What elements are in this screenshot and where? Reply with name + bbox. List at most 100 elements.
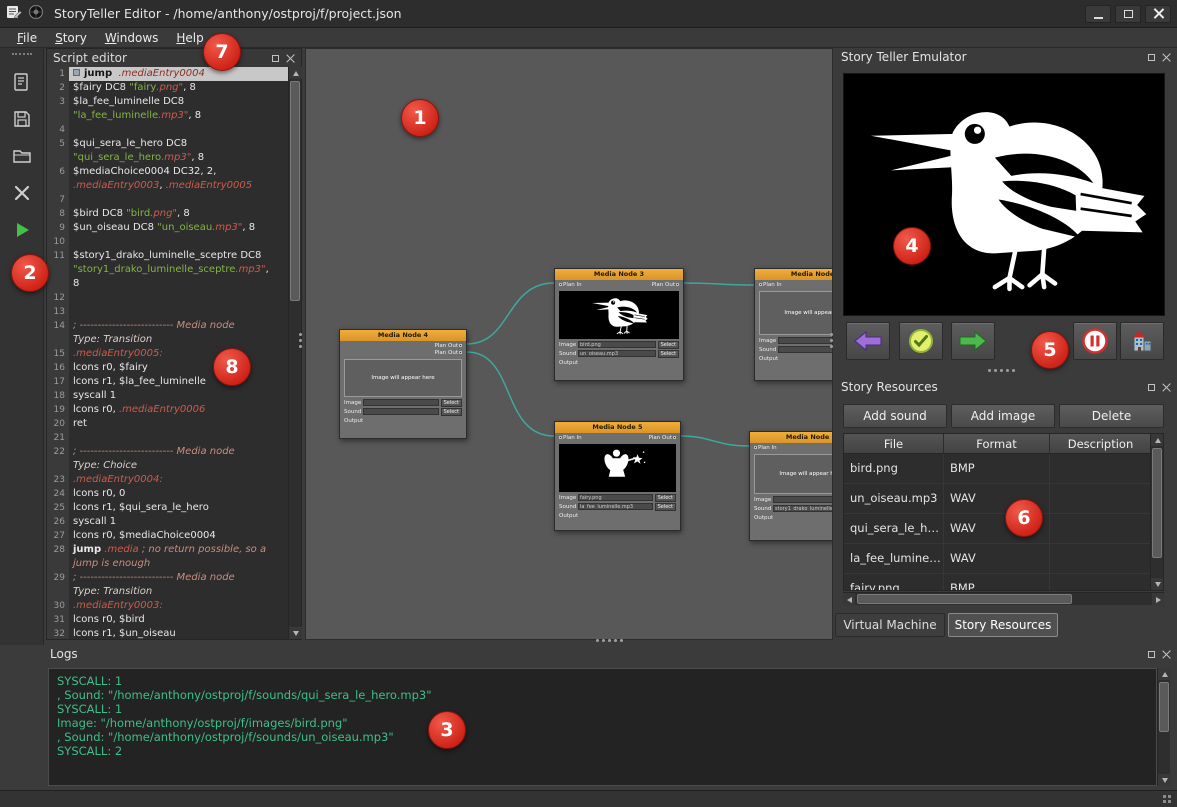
code-row[interactable]: 14; -------------------------- Media nod…: [47, 319, 288, 333]
logs-scrollbar[interactable]: [1157, 668, 1170, 786]
image-field[interactable]: [773, 496, 833, 503]
dock-close-icon[interactable]: [1162, 383, 1171, 392]
dock-float-icon[interactable]: [272, 55, 279, 62]
code-row[interactable]: 30.mediaEntry0003:: [47, 599, 288, 613]
node-title[interactable]: Media Node 3: [555, 269, 683, 280]
resize-grip[interactable]: [1168, 800, 1171, 803]
menu-story[interactable]: Story: [46, 29, 96, 47]
validate-button[interactable]: [899, 322, 943, 360]
port-dot-icon[interactable]: [673, 436, 676, 439]
sound-field[interactable]: la_fee_luminelle.mp3: [578, 503, 653, 510]
logs-lines[interactable]: SYSCALL: 1, Sound: "/home/anthony/ostpro…: [48, 668, 1157, 786]
code-row[interactable]: 5$qui_sera_le_hero DC8: [47, 137, 288, 151]
code-row[interactable]: 20ret: [47, 417, 288, 431]
port-plan-out[interactable]: Plan Out: [652, 282, 680, 289]
column-header-description[interactable]: Description: [1050, 434, 1152, 454]
port-dot-icon[interactable]: [459, 344, 462, 347]
script-scroll-handle[interactable]: [290, 81, 300, 301]
open-project-button[interactable]: [8, 142, 36, 170]
port-plan-in[interactable]: Plan In: [753, 445, 777, 452]
code-row[interactable]: 31lcons r0, $bird: [47, 613, 288, 627]
code-row[interactable]: 24lcons r0, 0: [47, 487, 288, 501]
code-row[interactable]: 32lcons r1, $un_oiseau: [47, 627, 288, 639]
table-row[interactable]: qui_sera_le_hero.mp3 WAV: [844, 514, 1163, 544]
port-dot-icon[interactable]: [754, 446, 757, 449]
code-row[interactable]: Type: Choice: [47, 459, 288, 473]
maximize-button[interactable]: [1115, 5, 1141, 23]
media-node-5[interactable]: Media Node 5 Plan In Plan Out Imagefairy…: [554, 421, 681, 531]
port-dot-icon[interactable]: [759, 283, 762, 286]
code-row[interactable]: 15.mediaEntry0005:: [47, 347, 288, 361]
node-title[interactable]: Media Node 5: [555, 422, 680, 433]
code-row[interactable]: 3$la_fee_luminelle DC8: [47, 95, 288, 109]
script-rows[interactable]: 1jump .mediaEntry00042$fairy DC8 "fairy.…: [47, 67, 288, 639]
scroll-down-icon[interactable]: [289, 627, 302, 639]
scroll-up-icon[interactable]: [1158, 668, 1171, 680]
table-scroll-handle[interactable]: [1152, 448, 1162, 558]
splitter-handle[interactable]: [596, 639, 599, 642]
save-button[interactable]: [8, 105, 36, 133]
node-graph-canvas[interactable]: Media Node 4 Plan Out Plan Out Image wil…: [305, 48, 833, 640]
code-row[interactable]: 21: [47, 431, 288, 445]
media-node-2[interactable]: Media Node 2 Plan In Image will appear h…: [754, 268, 833, 381]
dock-float-icon[interactable]: [1148, 651, 1155, 658]
port-plan-in[interactable]: Plan In: [558, 282, 582, 289]
node-title[interactable]: Media Node 6: [750, 432, 833, 443]
table-scrollbar[interactable]: [1150, 434, 1163, 590]
add-image-button[interactable]: Add image: [951, 404, 1055, 428]
code-row[interactable]: 29; -------------------------- Media nod…: [47, 571, 288, 585]
image-field[interactable]: bird.png: [578, 341, 656, 348]
code-row[interactable]: 18syscall 1: [47, 389, 288, 403]
scroll-down-icon[interactable]: [1158, 774, 1171, 786]
node-title[interactable]: Media Node 2: [755, 269, 833, 280]
code-row[interactable]: 2$fairy DC8 "fairy.png", 8: [47, 81, 288, 95]
scroll-down-icon[interactable]: [1151, 578, 1164, 590]
sound-field[interactable]: un_oiseau.mp3: [578, 350, 656, 357]
script-scrollbar[interactable]: [288, 67, 301, 639]
menu-windows[interactable]: Windows: [96, 29, 168, 47]
code-row[interactable]: "story1_drako_luminelle_sceptre.mp3",: [47, 263, 288, 277]
sound-field[interactable]: [363, 408, 439, 415]
toolbar-drag-handle[interactable]: [12, 53, 32, 57]
run-story-button[interactable]: [8, 216, 36, 244]
image-field[interactable]: fairy.png: [578, 494, 653, 501]
prev-button[interactable]: [846, 322, 890, 360]
column-header-format[interactable]: Format: [944, 434, 1050, 454]
port-dot-icon[interactable]: [559, 283, 562, 286]
close-project-button[interactable]: [8, 179, 36, 207]
sound-field[interactable]: [778, 346, 833, 353]
table-row[interactable]: un_oiseau.mp3 WAV: [844, 484, 1163, 514]
select-image-button[interactable]: Select: [658, 341, 679, 349]
splitter-handle[interactable]: [299, 333, 302, 336]
code-row[interactable]: "la_fee_luminelle.mp3", 8: [47, 109, 288, 123]
table-row[interactable]: fairy.png BMP: [844, 574, 1163, 591]
port-plan-out[interactable]: Plan Out: [649, 435, 677, 442]
port-plan-out[interactable]: Plan Out: [435, 343, 463, 350]
home-button[interactable]: [1120, 322, 1164, 360]
tab-story-resources[interactable]: Story Resources: [948, 613, 1058, 637]
media-node-4[interactable]: Media Node 4 Plan Out Plan Out Image wil…: [339, 329, 467, 439]
select-sound-button[interactable]: Select: [655, 503, 676, 511]
menu-file[interactable]: File: [8, 29, 46, 47]
script-editor-titlebar[interactable]: Script editor: [47, 49, 301, 67]
code-row[interactable]: 9$un_oiseau DC8 "un_oiseau.mp3", 8: [47, 221, 288, 235]
scroll-up-icon[interactable]: [289, 67, 302, 79]
code-row[interactable]: 26syscall 1: [47, 515, 288, 529]
code-row[interactable]: 8: [47, 277, 288, 291]
dock-close-icon[interactable]: [286, 54, 295, 63]
port-dot-icon[interactable]: [559, 436, 562, 439]
media-node-6[interactable]: Media Node 6 Plan In Image will appear h…: [749, 431, 833, 541]
pause-button[interactable]: [1073, 322, 1117, 360]
code-row[interactable]: 28jump .media ; no return possible, so a: [47, 543, 288, 557]
delete-button[interactable]: Delete: [1059, 404, 1164, 428]
close-button[interactable]: [1145, 5, 1171, 23]
logs-scroll-handle[interactable]: [1159, 682, 1169, 732]
title-bar[interactable]: StoryTeller Editor - /home/anthony/ostpr…: [0, 0, 1177, 28]
scroll-right-icon[interactable]: [1152, 593, 1164, 606]
code-row[interactable]: 6$mediaChoice0004 DC32, 2,: [47, 165, 288, 179]
select-image-button[interactable]: Select: [655, 494, 676, 502]
select-image-button[interactable]: Select: [441, 399, 462, 407]
emulator-titlebar[interactable]: Story Teller Emulator: [835, 48, 1177, 66]
table-row[interactable]: la_fee_luminelle.mp3 WAV: [844, 544, 1163, 574]
app-menu-icon[interactable]: [6, 4, 22, 23]
